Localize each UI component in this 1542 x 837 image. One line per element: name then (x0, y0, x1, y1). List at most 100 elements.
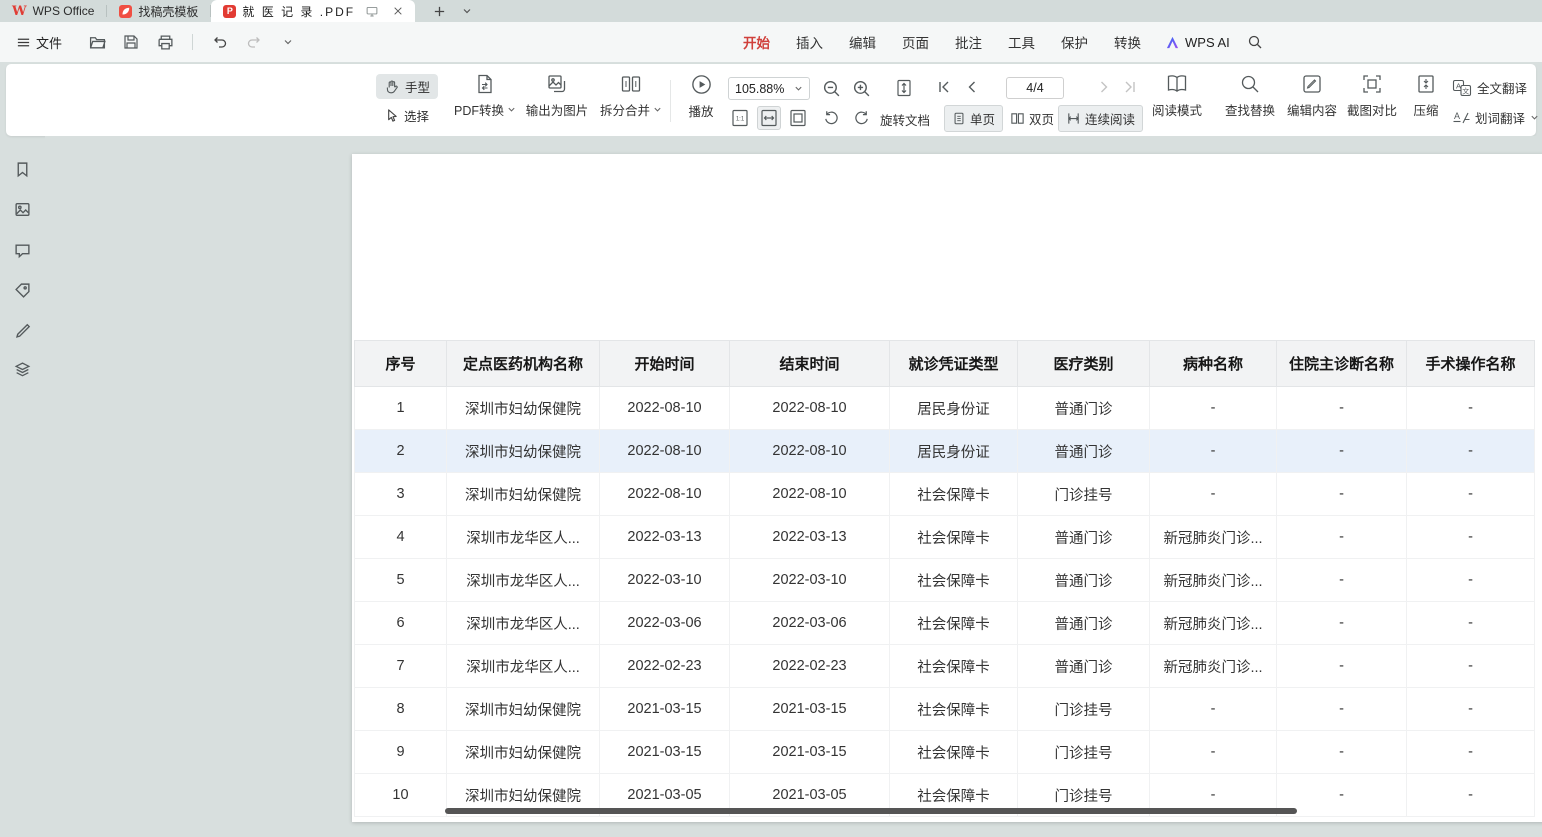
tab-list-chevron-icon[interactable] (458, 6, 476, 16)
ribbon-tab-comment[interactable]: 批注 (945, 28, 992, 56)
table-body: 1深圳市妇幼保健院2022-08-102022-08-10居民身份证普通门诊--… (355, 387, 1535, 817)
svg-text:文: 文 (1462, 86, 1469, 95)
rotate-doc-label[interactable]: 旋转文档 (880, 110, 930, 129)
screenshot-compare-icon (1361, 73, 1383, 95)
table-cell: 10 (355, 774, 447, 817)
redo-button[interactable] (243, 31, 265, 53)
pdf-file-icon: P (223, 5, 236, 18)
fit-window-button[interactable] (894, 78, 914, 98)
ribbon-tab-edit[interactable]: 编辑 (839, 28, 886, 56)
hand-tool-button[interactable]: 手型 (376, 74, 438, 99)
zoom-in-button[interactable] (852, 79, 871, 98)
menu-bar: 文件 开始 插入 编辑 页面 批注 工具 保护 转换 WPS (0, 22, 1542, 62)
table-cell: - (1277, 688, 1407, 731)
zoom-level-select[interactable]: 105.88% (728, 77, 810, 100)
edit-content-label: 编辑内容 (1287, 100, 1337, 119)
annotation-tag-icon[interactable] (13, 281, 31, 299)
bookmark-icon[interactable] (13, 160, 31, 178)
word-translate-button[interactable]: A 划词翻译 (1452, 108, 1539, 127)
actual-size-button[interactable]: 1:1 (730, 108, 750, 128)
table-cell: 社会保障卡 (890, 688, 1018, 731)
table-row[interactable]: 9深圳市妇幼保健院2021-03-152021-03-15社会保障卡门诊挂号--… (355, 731, 1535, 774)
menu-divider (192, 34, 193, 50)
horizontal-scrollbar-thumb[interactable] (445, 808, 1297, 814)
table-cell: 8 (355, 688, 447, 731)
continuous-read-button[interactable]: 连续阅读 (1058, 105, 1143, 132)
table-cell: 7 (355, 645, 447, 688)
tab-docer[interactable]: 找稿壳模板 (107, 0, 210, 22)
tab-document[interactable]: P 就 医 记 录 .PDF (211, 0, 415, 22)
ribbon-tab-home[interactable]: 开始 (733, 28, 780, 56)
save-button[interactable] (120, 31, 142, 53)
chevron-down-icon (653, 105, 662, 114)
print-button[interactable] (154, 31, 176, 53)
rotate-left-button[interactable] (822, 107, 841, 126)
signature-pen-icon[interactable] (13, 320, 31, 338)
full-translate-button[interactable]: A文 全文翻译 (1452, 78, 1527, 97)
hand-tool-label: 手型 (405, 77, 430, 96)
table-cell: 新冠肺炎门诊... (1150, 516, 1277, 559)
ribbon-tab-insert[interactable]: 插入 (786, 28, 833, 56)
previous-page-button[interactable] (964, 79, 980, 95)
column-header: 结束时间 (730, 341, 890, 387)
layers-icon[interactable] (13, 360, 31, 378)
find-replace-button[interactable]: 查找替换 (1220, 73, 1280, 119)
ribbon-tab-page[interactable]: 页面 (892, 28, 939, 56)
search-icon[interactable] (1244, 31, 1266, 53)
page-thumbnails-icon[interactable] (13, 200, 31, 218)
table-row[interactable]: 2深圳市妇幼保健院2022-08-102022-08-10居民身份证普通门诊--… (355, 430, 1535, 473)
double-page-label: 双页 (1029, 109, 1054, 128)
file-menu-button[interactable]: 文件 (10, 29, 68, 56)
fit-page-button[interactable] (788, 108, 808, 128)
ribbon-tab-convert[interactable]: 转换 (1104, 28, 1151, 56)
play-button[interactable]: 播放 (678, 73, 724, 120)
table-row[interactable]: 7深圳市龙华区人...2022-02-232022-02-23社会保障卡普通门诊… (355, 645, 1535, 688)
table-row[interactable]: 1深圳市妇幼保健院2022-08-102022-08-10居民身份证普通门诊--… (355, 387, 1535, 430)
ribbon-tab-wps-ai[interactable]: WPS AI (1157, 31, 1238, 54)
document-area: 序号定点医药机构名称开始时间结束时间就诊凭证类型医疗类别病种名称住院主诊断名称手… (45, 136, 1542, 837)
ribbon-divider (670, 80, 671, 122)
rotate-right-button[interactable] (852, 107, 871, 126)
undo-history-chevron-icon[interactable] (277, 31, 299, 53)
table-cell: 普通门诊 (1018, 645, 1150, 688)
close-tab-icon[interactable] (389, 6, 407, 16)
table-cell: - (1150, 688, 1277, 731)
split-merge-button[interactable]: 拆分合并 (596, 73, 666, 119)
export-image-button[interactable]: 输出为图片 (520, 73, 594, 119)
table-cell: 2021-03-15 (600, 731, 730, 774)
screenshot-compare-button[interactable]: 截图对比 (1342, 73, 1402, 119)
pdf-convert-button[interactable]: PDF转换 (452, 73, 518, 119)
single-page-button[interactable]: 单页 (944, 105, 1003, 132)
table-cell: 2022-03-10 (730, 559, 890, 602)
table-cell: 2021-03-15 (600, 688, 730, 731)
select-tool-button[interactable]: 选择 (376, 103, 438, 128)
undo-button[interactable] (209, 31, 231, 53)
comment-icon[interactable] (13, 241, 31, 259)
last-page-button[interactable] (1122, 79, 1138, 95)
tab-wps-home[interactable]: W WPS Office (0, 0, 106, 22)
table-row[interactable]: 6深圳市龙华区人...2022-03-062022-03-06社会保障卡普通门诊… (355, 602, 1535, 645)
compress-icon (1415, 73, 1437, 95)
table-cell: 普通门诊 (1018, 516, 1150, 559)
ribbon-tab-protect[interactable]: 保护 (1051, 28, 1098, 56)
table-row[interactable]: 5深圳市龙华区人...2022-03-102022-03-10社会保障卡普通门诊… (355, 559, 1535, 602)
edit-content-button[interactable]: 编辑内容 (1282, 73, 1342, 119)
page-number-input[interactable]: 4/4 (1006, 77, 1064, 99)
split-merge-icon (620, 73, 642, 95)
compress-button[interactable]: 压缩 (1404, 73, 1448, 119)
table-row[interactable]: 8深圳市妇幼保健院2021-03-152021-03-15社会保障卡门诊挂号--… (355, 688, 1535, 731)
fit-width-button[interactable] (757, 106, 781, 130)
zoom-out-button[interactable] (822, 79, 841, 98)
first-page-button[interactable] (936, 79, 952, 95)
next-page-button[interactable] (1096, 79, 1112, 95)
new-tab-button[interactable] (429, 5, 450, 18)
table-row[interactable]: 3深圳市妇幼保健院2022-08-102022-08-10社会保障卡门诊挂号--… (355, 473, 1535, 516)
monitor-icon[interactable] (361, 5, 383, 18)
table-cell: 门诊挂号 (1018, 473, 1150, 516)
play-label: 播放 (688, 101, 713, 120)
table-row[interactable]: 4深圳市龙华区人...2022-03-132022-03-13社会保障卡普通门诊… (355, 516, 1535, 559)
read-mode-button[interactable]: 阅读模式 (1148, 73, 1206, 119)
ribbon-tab-tools[interactable]: 工具 (998, 28, 1045, 56)
table-cell: 2022-08-10 (730, 430, 890, 473)
open-file-button[interactable] (86, 31, 108, 53)
